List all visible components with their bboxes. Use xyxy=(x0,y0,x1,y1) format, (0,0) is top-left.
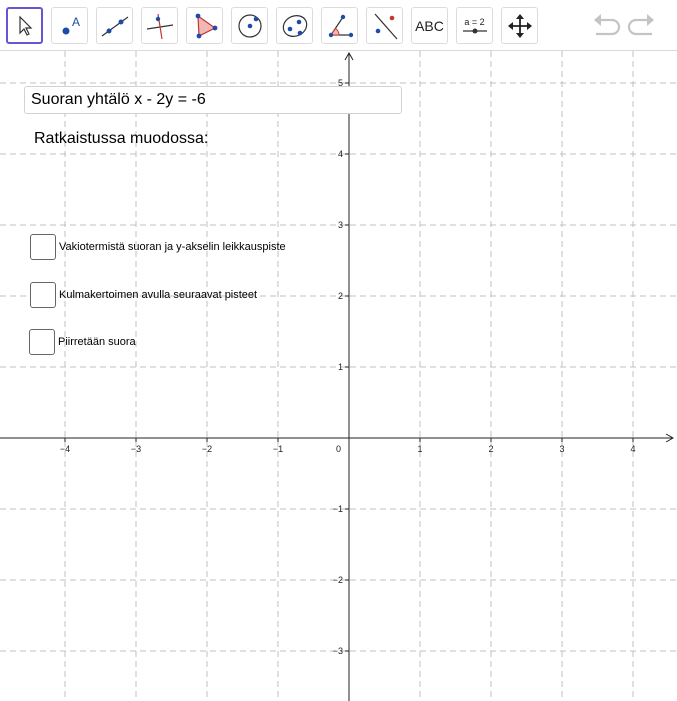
axis-ticks: −4 −3 −2 −1 1 2 3 454321−1−2−3 xyxy=(60,78,636,656)
polygon-icon xyxy=(195,13,217,38)
toolbar: A ABC a = 2 xyxy=(0,0,677,51)
y-tick-label: 1 xyxy=(338,362,343,372)
line-through-points-icon xyxy=(101,16,128,36)
ellipse-tool-button[interactable] xyxy=(276,7,313,44)
checkbox-slope-points[interactable] xyxy=(30,282,56,308)
x-tick-label: 2 xyxy=(488,444,493,454)
perpendicular-line-tool-button[interactable] xyxy=(141,7,178,44)
equation-input-value: x - 2y = -6 xyxy=(134,91,206,108)
equation-input[interactable]: Suoran yhtälö x - 2y = -6 xyxy=(24,86,402,114)
move-arrows-icon xyxy=(507,13,532,38)
origin-label: 0 xyxy=(336,444,341,454)
move-tool-button[interactable] xyxy=(6,7,43,44)
polygon-tool-button[interactable] xyxy=(186,7,223,44)
undo-icon xyxy=(594,14,621,36)
solved-form-label: Ratkaistussa muodossa: xyxy=(34,130,209,147)
y-tick-label: 4 xyxy=(338,149,343,159)
slider-icon-label: a = 2 xyxy=(464,16,485,27)
text-tool-button[interactable]: ABC xyxy=(411,7,448,44)
reflect-about-line-icon xyxy=(374,13,397,39)
undo-button[interactable] xyxy=(590,12,622,40)
checkbox-row-slope-points[interactable]: Kulmakertoimen avulla seuraavat pisteet xyxy=(30,282,257,308)
checkbox-row-draw-line[interactable]: Piirretään suora xyxy=(29,329,136,355)
equation-input-label: Suoran yhtälö xyxy=(31,91,130,108)
point-a-icon: A xyxy=(62,15,80,34)
ellipse-icon xyxy=(282,14,307,37)
graphics-view[interactable]: −4 −3 −2 −1 1 2 3 454321−1−2−3 0 xyxy=(0,51,677,701)
x-tick-label: −3 xyxy=(131,444,141,454)
coordinate-axes xyxy=(0,51,675,701)
y-tick-label: −2 xyxy=(333,575,343,585)
arrow-cursor-icon xyxy=(18,15,32,36)
checkbox-intercept[interactable] xyxy=(30,234,56,260)
x-tick-label: 1 xyxy=(417,444,422,454)
x-tick-label: −2 xyxy=(202,444,212,454)
point-tool-letter: A xyxy=(72,15,80,29)
checkbox-draw-line[interactable] xyxy=(29,329,55,355)
move-graphics-view-tool-button[interactable] xyxy=(501,7,538,44)
circle-center-point-icon xyxy=(237,13,262,38)
text-abc-icon: ABC xyxy=(415,17,444,34)
slider-icon: a = 2 xyxy=(462,17,488,35)
checkbox-row-intercept[interactable]: Vakiotermistä suoran ja y-akselin leikka… xyxy=(30,234,286,260)
y-tick-label: −1 xyxy=(333,504,343,514)
y-tick-label: 3 xyxy=(338,220,343,230)
x-tick-label: −1 xyxy=(273,444,283,454)
line-tool-button[interactable] xyxy=(96,7,133,44)
y-tick-label: 2 xyxy=(338,291,343,301)
redo-icon xyxy=(627,14,654,36)
x-tick-label: 4 xyxy=(630,444,635,454)
x-tick-label: −4 xyxy=(60,444,70,454)
angle-tool-button[interactable] xyxy=(321,7,358,44)
checkbox-draw-line-label: Piirretään suora xyxy=(58,336,136,348)
redo-button[interactable] xyxy=(626,12,658,40)
checkbox-slope-points-label: Kulmakertoimen avulla seuraavat pisteet xyxy=(59,289,258,301)
angle-icon xyxy=(328,14,353,37)
point-tool-button[interactable]: A xyxy=(51,7,88,44)
x-tick-label: 3 xyxy=(559,444,564,454)
perpendicular-line-icon xyxy=(146,13,173,39)
y-tick-label: −3 xyxy=(333,646,343,656)
reflect-tool-button[interactable] xyxy=(366,7,403,44)
checkbox-intercept-label: Vakiotermistä suoran ja y-akselin leikka… xyxy=(59,241,286,253)
circle-tool-button[interactable] xyxy=(231,7,268,44)
slider-tool-button[interactable]: a = 2 xyxy=(456,7,493,44)
